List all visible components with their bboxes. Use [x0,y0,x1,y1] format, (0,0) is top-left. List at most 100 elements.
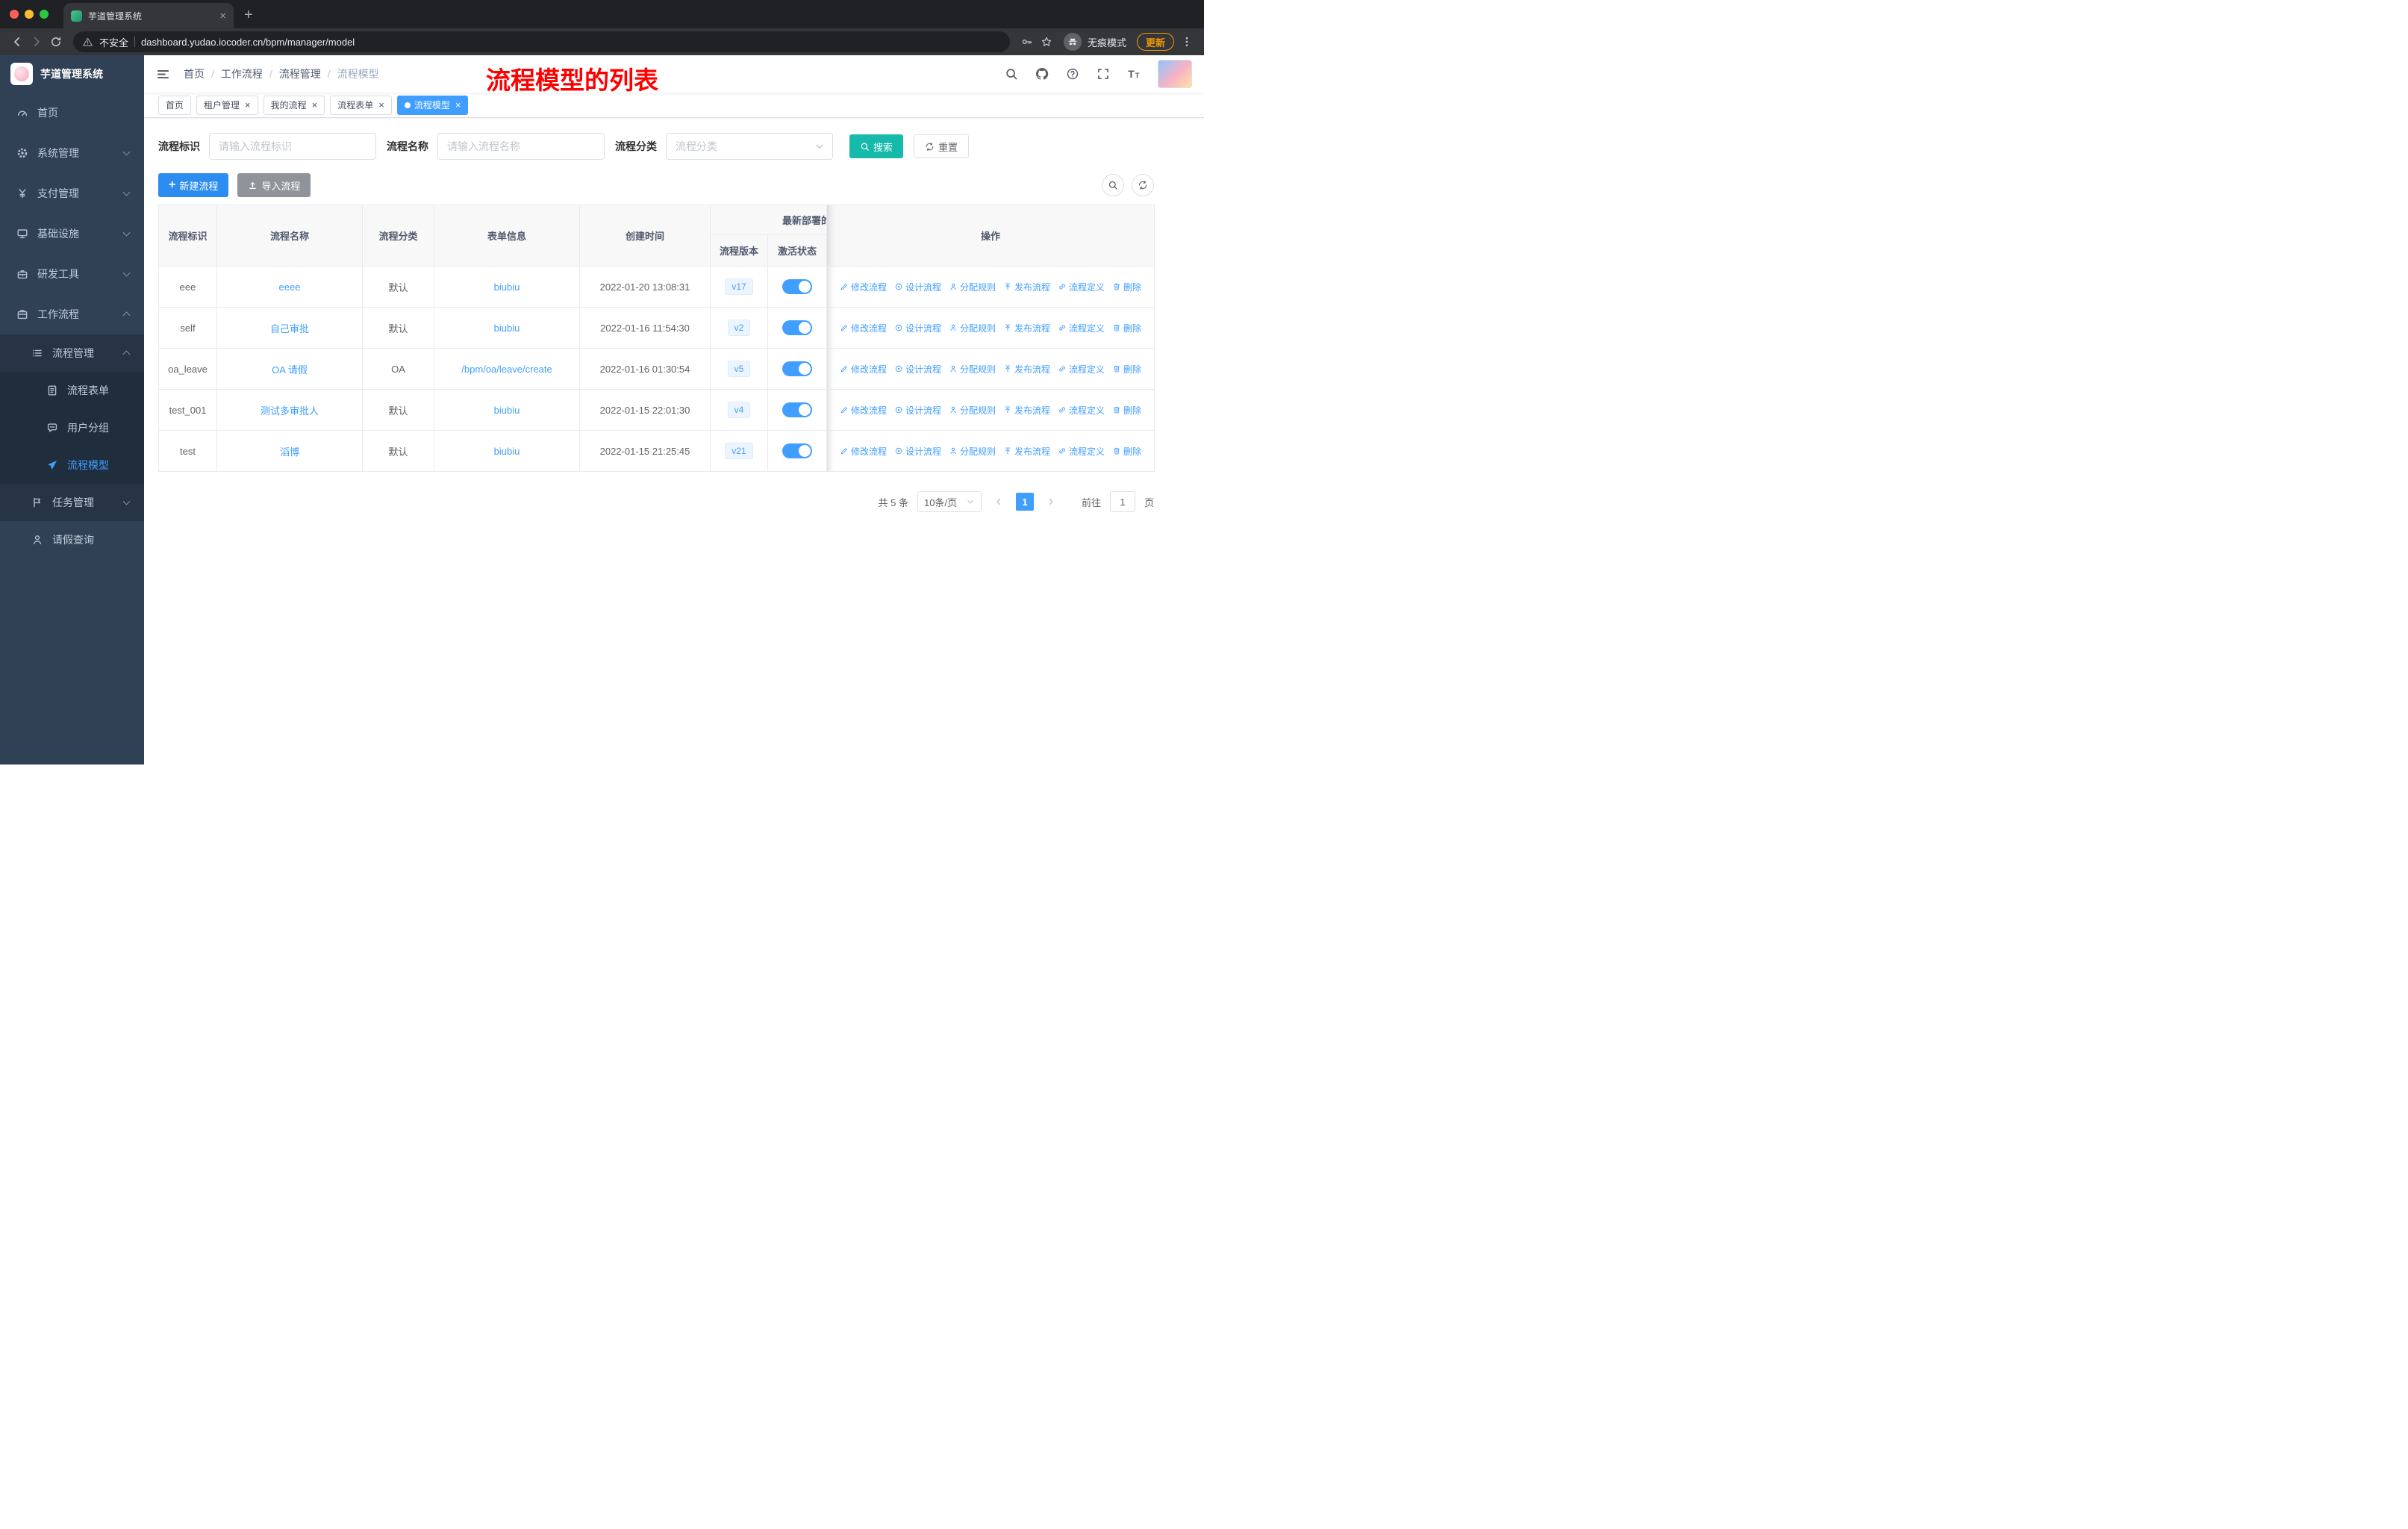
action-assign[interactable]: 分配规则 [949,445,996,458]
close-tab-icon[interactable]: × [219,10,226,22]
key-icon[interactable] [1017,32,1037,52]
version-badge[interactable]: v21 [725,443,753,459]
kebab-menu-icon[interactable] [1177,32,1197,52]
bookmark-star-icon[interactable] [1037,32,1056,52]
sidebar-item-infrastructure[interactable]: 基础设施 [0,214,144,254]
sidebar-item-devtools[interactable]: 研发工具 [0,254,144,294]
create-process-button[interactable]: + 新建流程 [158,173,229,197]
action-delete[interactable]: 删除 [1112,281,1141,293]
help-icon[interactable] [1066,67,1079,81]
category-select[interactable]: 流程分类 [666,133,833,160]
hamburger-icon[interactable] [156,67,170,81]
breadcrumb-item[interactable]: 工作流程 [221,66,263,81]
action-assign[interactable]: 分配规则 [949,281,996,293]
active-toggle[interactable] [782,443,812,458]
action-edit[interactable]: 修改流程 [840,281,887,293]
process-name-link[interactable]: 滔博 [280,446,299,458]
action-publish[interactable]: 发布流程 [1003,445,1050,458]
toggle-search-button[interactable] [1102,174,1124,196]
current-page-button[interactable]: 1 [1015,493,1034,511]
action-delete[interactable]: 删除 [1112,363,1141,376]
tag-1[interactable]: 租户管理 × [196,95,258,115]
fontsize-icon[interactable]: TT [1127,67,1141,81]
form-link[interactable]: biubiu [494,446,520,457]
action-definition[interactable]: 流程定义 [1058,322,1105,334]
tag-4[interactable]: 流程模型 × [396,95,469,115]
action-definition[interactable]: 流程定义 [1058,445,1105,458]
action-delete[interactable]: 删除 [1112,445,1141,458]
close-tag-icon[interactable]: × [455,99,461,110]
action-delete[interactable]: 删除 [1112,404,1141,417]
sidebar-item-process-manage[interactable]: 流程管理 [0,334,144,372]
form-link[interactable]: biubiu [494,281,520,293]
tag-2[interactable]: 我的流程 × [263,95,325,115]
action-edit[interactable]: 修改流程 [840,363,887,376]
avatar[interactable] [1158,60,1192,88]
prev-page-button[interactable] [991,493,1007,510]
minimize-window-button[interactable] [25,10,34,19]
action-design[interactable]: 设计流程 [894,281,941,293]
new-tab-button[interactable]: + [244,7,253,24]
close-tag-icon[interactable]: × [378,99,384,110]
action-definition[interactable]: 流程定义 [1058,363,1105,376]
reload-icon[interactable] [46,32,66,52]
sidebar-item-leave-query[interactable]: 请假查询 [0,521,144,558]
github-icon[interactable] [1035,67,1049,81]
sidebar-item-user-group[interactable]: 用户分组 [0,409,144,446]
goto-page-input[interactable] [1109,491,1135,512]
close-window-button[interactable] [10,10,19,19]
process-name-link[interactable]: OA 请假 [272,364,308,376]
sidebar-item-task-manage[interactable]: 任务管理 [0,484,144,521]
back-icon[interactable] [7,32,27,52]
process-name-link[interactable]: 自己审批 [270,323,309,334]
sidebar-item-process-model[interactable]: 流程模型 [0,446,144,484]
sidebar-item-home[interactable]: 首页 [0,93,144,133]
action-design[interactable]: 设计流程 [894,445,941,458]
active-toggle[interactable] [782,361,812,376]
action-definition[interactable]: 流程定义 [1058,281,1105,293]
maximize-window-button[interactable] [40,10,49,19]
action-publish[interactable]: 发布流程 [1003,281,1050,293]
breadcrumb-item[interactable]: 流程管理 [279,66,321,81]
sidebar-item-system[interactable]: 系统管理 [0,133,144,173]
search-button[interactable]: 搜索 [849,134,904,158]
action-edit[interactable]: 修改流程 [840,404,887,417]
form-link[interactable]: /bpm/oa/leave/create [461,364,552,375]
active-toggle[interactable] [782,279,812,294]
search-icon[interactable] [1005,67,1018,81]
action-edit[interactable]: 修改流程 [840,445,887,458]
version-badge[interactable]: v2 [727,320,751,336]
action-design[interactable]: 设计流程 [894,322,941,334]
sidebar-item-process-form[interactable]: 流程表单 [0,372,144,409]
tag-0[interactable]: 首页 [158,95,192,115]
action-edit[interactable]: 修改流程 [840,322,887,334]
action-design[interactable]: 设计流程 [894,363,941,376]
version-badge[interactable]: v17 [725,278,753,295]
close-tag-icon[interactable]: × [312,99,318,110]
address-bar[interactable]: 不安全 dashboard.yudao.iocoder.cn/bpm/manag… [73,31,1010,52]
browser-tab[interactable]: 芋道管理系统 × [63,3,234,28]
tag-3[interactable]: 流程表单 × [330,95,392,115]
process-name-link[interactable]: 测试多审批人 [261,405,319,417]
action-publish[interactable]: 发布流程 [1003,322,1050,334]
version-badge[interactable]: v4 [727,402,751,418]
next-page-button[interactable] [1043,493,1059,510]
action-assign[interactable]: 分配规则 [949,322,996,334]
process-name-input[interactable] [437,133,605,160]
action-assign[interactable]: 分配规则 [949,404,996,417]
action-delete[interactable]: 删除 [1112,322,1141,334]
version-badge[interactable]: v5 [727,361,751,377]
active-toggle[interactable] [782,320,812,335]
form-link[interactable]: biubiu [494,323,520,334]
active-toggle[interactable] [782,402,812,417]
breadcrumb-item[interactable]: 首页 [184,66,205,81]
action-design[interactable]: 设计流程 [894,404,941,417]
process-name-link[interactable]: eeee [279,281,301,293]
sidebar-item-workflow[interactable]: 工作流程 [0,294,144,334]
import-process-button[interactable]: 导入流程 [237,173,311,197]
sidebar-item-payment[interactable]: 支付管理 [0,173,144,214]
process-key-input[interactable] [209,133,376,160]
refresh-table-button[interactable] [1132,174,1154,196]
action-definition[interactable]: 流程定义 [1058,404,1105,417]
close-tag-icon[interactable]: × [245,99,251,110]
